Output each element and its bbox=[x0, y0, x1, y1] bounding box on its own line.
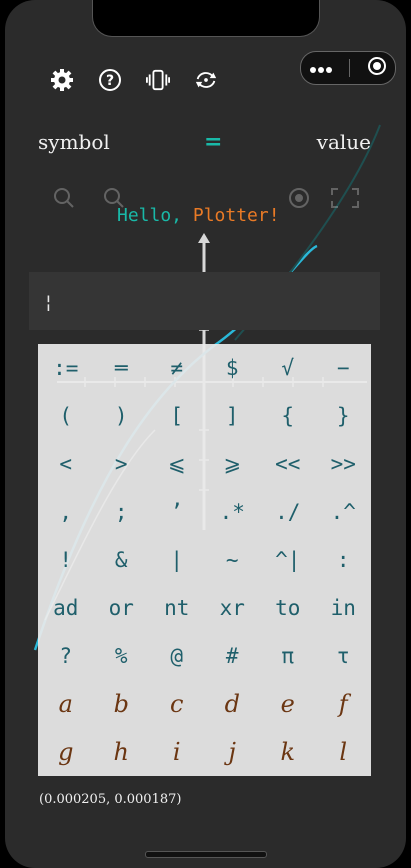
keyboard-key[interactable]: := bbox=[38, 344, 94, 392]
keyboard-key[interactable]: << bbox=[260, 440, 316, 488]
keyboard-key[interactable]: .* bbox=[205, 488, 261, 536]
svg-text:?: ? bbox=[106, 73, 114, 89]
keyboard-key[interactable]: k bbox=[260, 728, 316, 776]
keyboard-key[interactable]: .^ bbox=[316, 488, 372, 536]
keyboard-key[interactable]: ! bbox=[38, 536, 94, 584]
keyboard-key[interactable]: or bbox=[94, 584, 150, 632]
keyboard-key[interactable]: f bbox=[316, 680, 372, 728]
notch bbox=[92, 0, 320, 37]
keyboard-key[interactable]: g bbox=[38, 728, 94, 776]
keyboard-key[interactable]: xr bbox=[205, 584, 261, 632]
help-icon[interactable]: ? bbox=[98, 66, 122, 94]
keyboard-key[interactable]: @ bbox=[149, 632, 205, 680]
capsule-divider bbox=[349, 59, 351, 77]
keyboard-key[interactable]: − bbox=[316, 344, 372, 392]
keyboard-key[interactable]: τ bbox=[316, 632, 372, 680]
keyboard-key[interactable]: ^| bbox=[260, 536, 316, 584]
keyboard-key[interactable]: ⩽ bbox=[149, 440, 205, 488]
keyboard-key[interactable]: ═ bbox=[94, 344, 150, 392]
keyboard-key[interactable]: ? bbox=[38, 632, 94, 680]
greeting-plotter: Plotter! bbox=[192, 205, 280, 226]
value-label: value bbox=[316, 130, 371, 154]
keyboard-key[interactable]: [ bbox=[149, 392, 205, 440]
keyboard-key[interactable]: , bbox=[38, 488, 94, 536]
coordinate-readout: (0.000205, 0.000187) bbox=[39, 792, 182, 807]
keyboard-key[interactable]: $ bbox=[205, 344, 261, 392]
target-icon[interactable] bbox=[289, 188, 309, 208]
close-target-icon[interactable] bbox=[367, 56, 387, 80]
keyboard-key[interactable]: ~ bbox=[205, 536, 261, 584]
keyboard-key[interactable]: e bbox=[260, 680, 316, 728]
keyboard-key[interactable]: >> bbox=[316, 440, 372, 488]
keyboard-key[interactable]: { bbox=[260, 392, 316, 440]
keyboard-key[interactable]: c bbox=[149, 680, 205, 728]
keyboard-key[interactable]: in bbox=[316, 584, 372, 632]
home-indicator bbox=[145, 851, 267, 858]
keyboard-key[interactable]: ’ bbox=[149, 488, 205, 536]
keyboard-key[interactable]: b bbox=[94, 680, 150, 728]
keyboard-key[interactable]: √ bbox=[260, 344, 316, 392]
more-icon[interactable] bbox=[309, 59, 333, 78]
keyboard-key[interactable]: d bbox=[205, 680, 261, 728]
keyboard-key[interactable]: ( bbox=[38, 392, 94, 440]
keyboard-key[interactable]: ; bbox=[94, 488, 150, 536]
keyboard-key[interactable]: ad bbox=[38, 584, 94, 632]
symbol-keyboard: := ═ ≠ $ √ −()[]{} < > ⩽ ⩾ << >>,;’ .* ./.^! & | ~ ^|: ad o… bbox=[38, 344, 371, 776]
keyboard-key[interactable]: | bbox=[149, 536, 205, 584]
expression-input[interactable]: ¦ bbox=[29, 272, 380, 330]
keyboard-key[interactable]: : bbox=[316, 536, 372, 584]
keyboard-key[interactable]: π bbox=[260, 632, 316, 680]
keyboard-key[interactable]: > bbox=[94, 440, 150, 488]
y-axis-arrow bbox=[198, 233, 210, 243]
keyboard-key[interactable]: a bbox=[38, 680, 94, 728]
keyboard-key[interactable]: < bbox=[38, 440, 94, 488]
keyboard-key[interactable]: % bbox=[94, 632, 150, 680]
fit-screen-icon[interactable] bbox=[331, 188, 359, 208]
text-cursor: ¦ bbox=[43, 292, 54, 313]
greeting-hello: Hello, bbox=[117, 205, 193, 226]
refresh-icon[interactable] bbox=[194, 66, 218, 94]
zoom-out-icon[interactable] bbox=[54, 188, 74, 208]
keyboard-key[interactable]: ./ bbox=[260, 488, 316, 536]
toolbar: ? bbox=[50, 66, 218, 94]
keyboard-key[interactable]: l bbox=[316, 728, 372, 776]
keyboard-key[interactable]: j bbox=[205, 728, 261, 776]
keyboard-key[interactable]: h bbox=[94, 728, 150, 776]
phone-screen: ? symbol = value Hello, Plotter! ¦ := ═ ≠ $… bbox=[5, 0, 406, 868]
keyboard-key[interactable]: } bbox=[316, 392, 372, 440]
keyboard-key[interactable]: to bbox=[260, 584, 316, 632]
keyboard-key[interactable]: & bbox=[94, 536, 150, 584]
symbol-label: symbol bbox=[38, 130, 110, 154]
gear-icon[interactable] bbox=[50, 66, 74, 94]
keyboard-key[interactable]: ⩾ bbox=[205, 440, 261, 488]
mini-program-capsule bbox=[300, 51, 396, 85]
keyboard-key[interactable]: i bbox=[149, 728, 205, 776]
equals-sign: = bbox=[204, 129, 223, 155]
header-row: symbol = value bbox=[38, 126, 371, 158]
greeting: Hello, Plotter! bbox=[117, 205, 280, 226]
keyboard-key[interactable]: ] bbox=[205, 392, 261, 440]
keyboard-key[interactable]: nt bbox=[149, 584, 205, 632]
keyboard-key[interactable]: ) bbox=[94, 392, 150, 440]
keyboard-key[interactable]: # bbox=[205, 632, 261, 680]
keyboard-key[interactable]: ≠ bbox=[149, 344, 205, 392]
vibrate-icon[interactable] bbox=[146, 66, 170, 94]
